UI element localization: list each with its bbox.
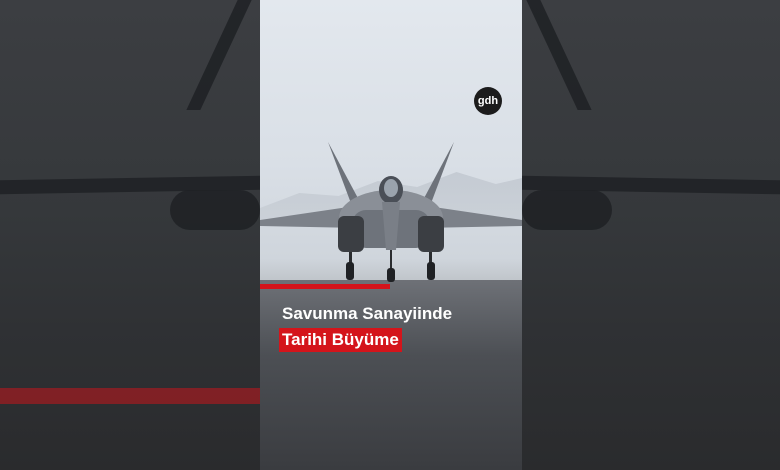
engine-shadow xyxy=(522,190,612,230)
headline-line-1: Savunma Sanayiinde xyxy=(282,304,453,323)
blurred-backdrop-left xyxy=(0,0,260,470)
aircraft-image xyxy=(260,142,522,282)
blurred-red-bar xyxy=(0,388,260,404)
headline: Savunma Sanayiinde Tarihi Büyüme xyxy=(279,302,453,352)
tail-shadow xyxy=(186,0,252,110)
tail-shadow xyxy=(526,0,592,110)
blurred-backdrop-right xyxy=(522,0,780,470)
engine-shadow xyxy=(170,190,260,230)
headline-line-2: Tarihi Büyüme xyxy=(279,328,402,352)
gdh-logo: gdh xyxy=(474,87,502,115)
headline-accent-line xyxy=(260,284,390,289)
